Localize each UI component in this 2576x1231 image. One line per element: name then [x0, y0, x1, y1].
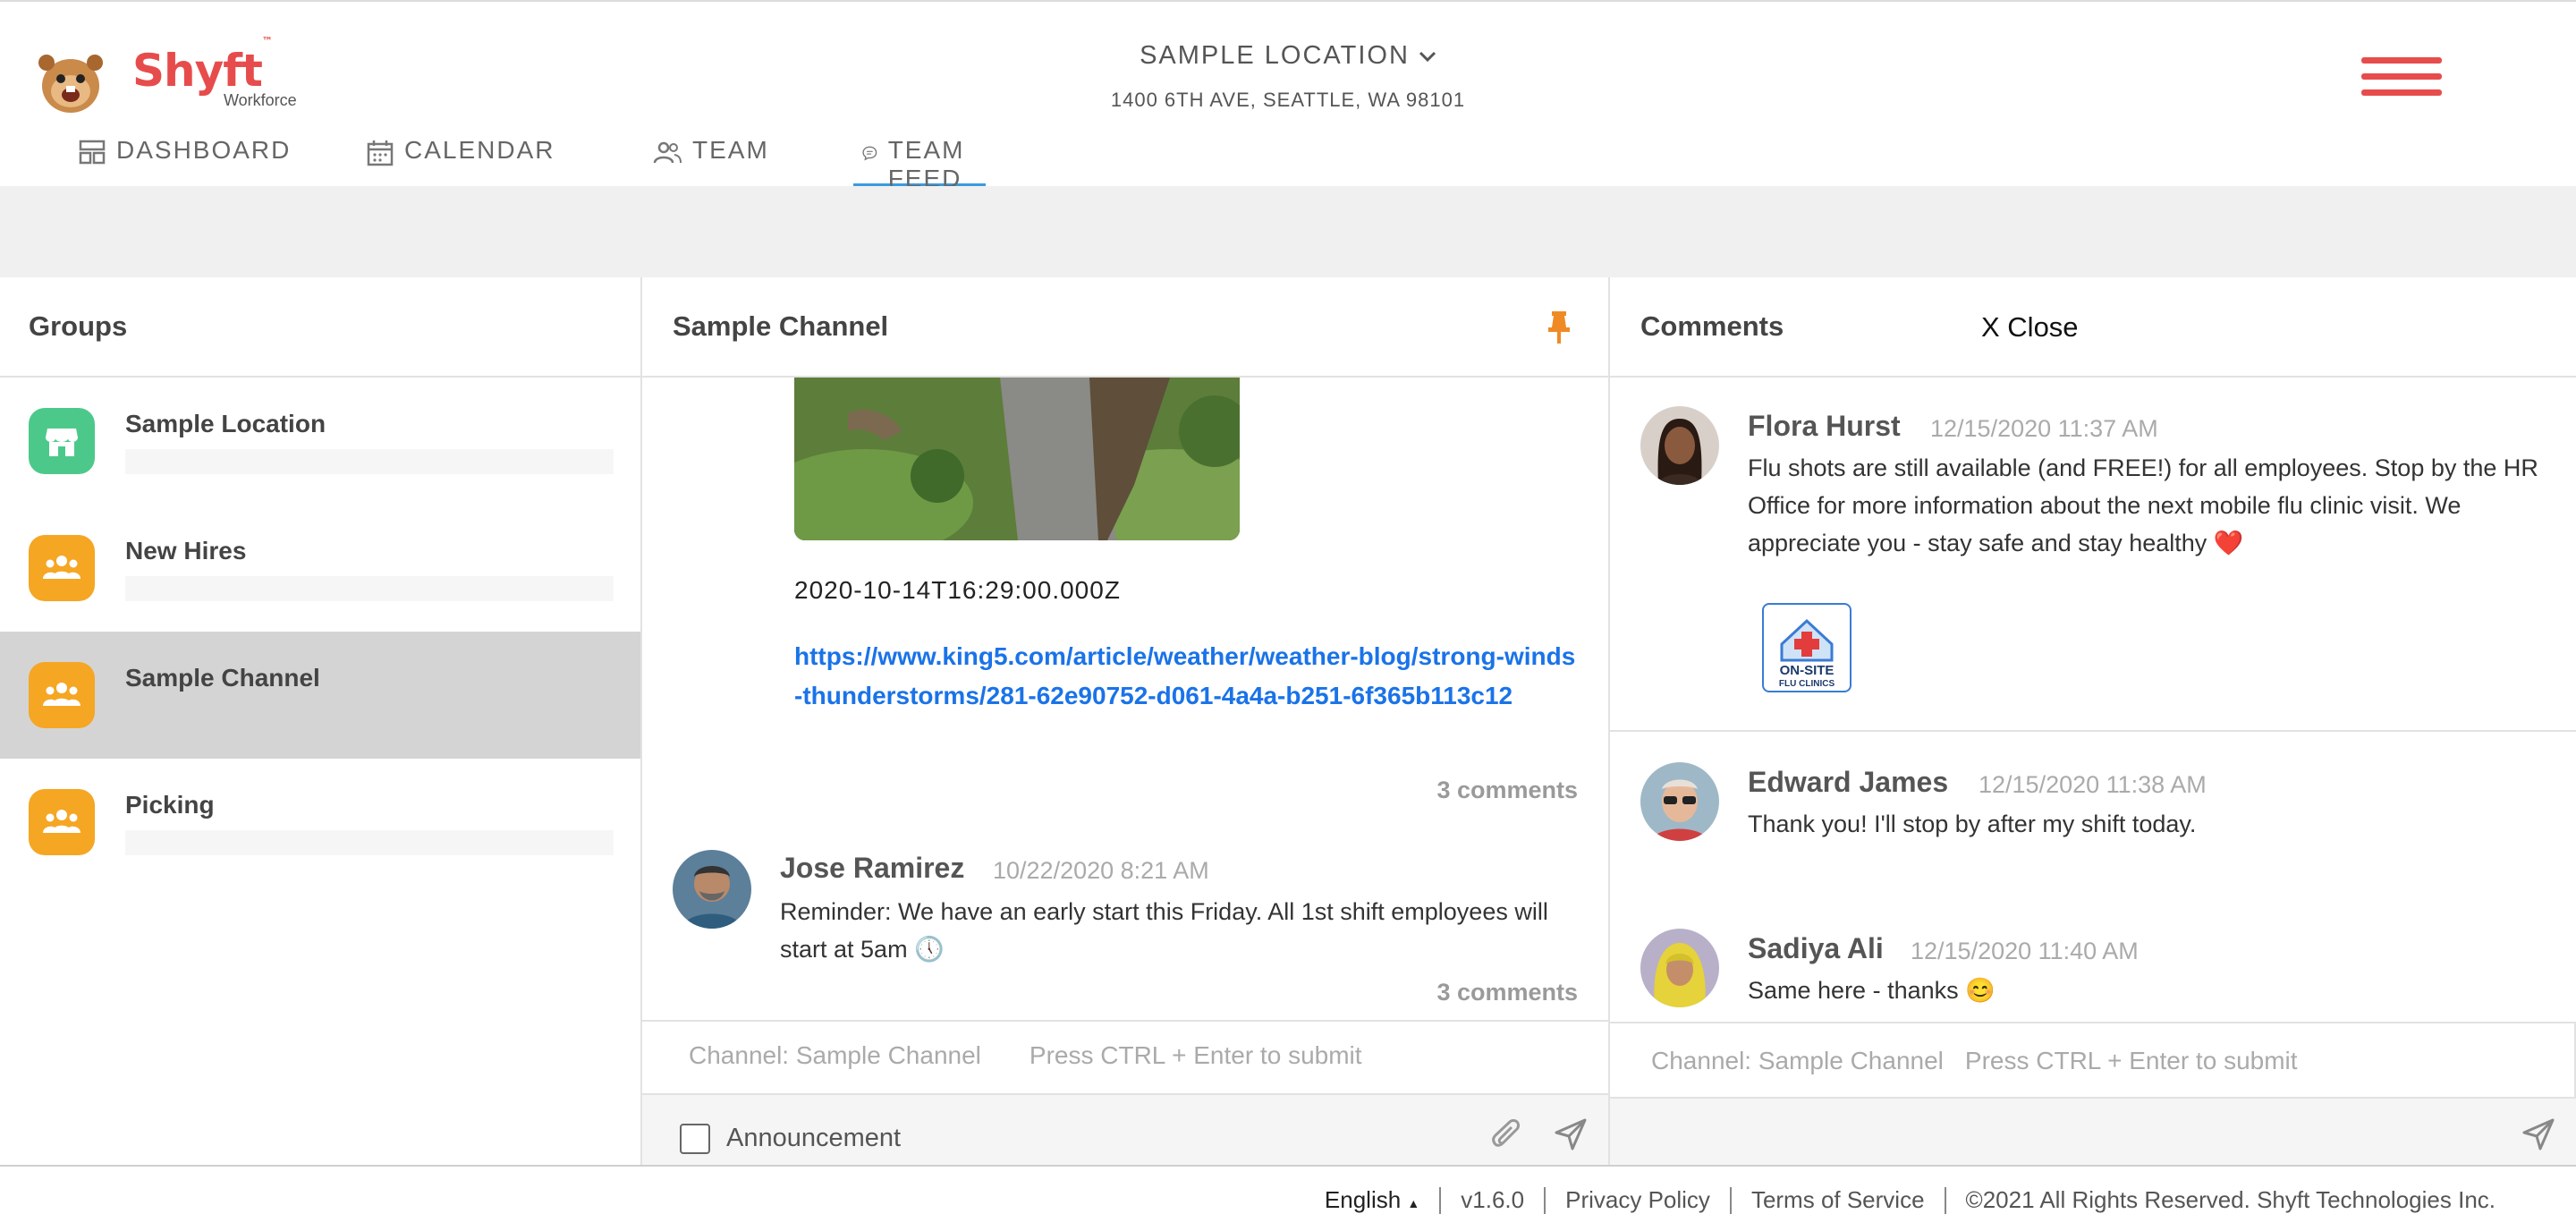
comment-message: Flu shots are still available (and FREE!…	[1748, 454, 2538, 556]
copyright-text: ©2021 All Rights Reserved. Shyft Technol…	[1965, 1186, 2496, 1213]
comment-author[interactable]: Edward James	[1748, 766, 1948, 799]
comment-author[interactable]: Sadiya Ali	[1748, 932, 1884, 965]
post-date: 10/22/2020 8:21 AM	[993, 857, 1209, 884]
comment-composer-hint: Press CTRL + Enter to submit	[1964, 1047, 2298, 1074]
nav-dashboard-label: DASHBOARD	[116, 136, 292, 164]
post-image[interactable]	[794, 378, 1240, 540]
send-icon[interactable]	[2521, 1116, 2556, 1152]
store-icon	[29, 408, 95, 474]
comment-message: Thank you! I'll stop by after my shift t…	[1748, 811, 2197, 837]
group-preview-placeholder	[125, 576, 614, 601]
chat-bubble-icon	[862, 146, 877, 161]
nav-calendar-label: CALENDAR	[404, 136, 555, 164]
comment-composer-channel-label: Channel: Sample Channel	[1651, 1047, 1944, 1074]
channel-title: Sample Channel	[642, 277, 1608, 378]
groups-title: Groups	[0, 277, 640, 378]
comment-date: 12/15/2020 11:40 AM	[1911, 938, 2139, 964]
post-author[interactable]: Jose Ramirez	[780, 852, 964, 885]
people-icon	[29, 535, 95, 601]
group-name: New Hires	[125, 537, 247, 565]
post-comments-link[interactable]: 3 comments	[1436, 777, 1578, 804]
brand-name: Shyft™	[132, 35, 273, 97]
flu-clinic-image[interactable]: ON-SITE FLU CLINICS	[1762, 603, 1852, 692]
group-item-sample-channel[interactable]: Sample Channel	[0, 632, 640, 759]
group-name: Sample Channel	[125, 664, 320, 692]
badge-line-1: ON-SITE	[1780, 663, 1835, 678]
nav-team-feed[interactable]: TEAM FEED	[853, 136, 986, 192]
group-item-picking[interactable]: Picking	[0, 759, 640, 886]
header-spacer	[0, 186, 2576, 277]
attachment-icon[interactable]	[1492, 1118, 1524, 1154]
post-timestamp: 2020-10-14T16:29:00.000Z	[794, 576, 1121, 604]
location-name: SAMPLE LOCATION	[1140, 41, 1410, 70]
send-icon[interactable]	[1553, 1116, 1589, 1152]
nav-calendar[interactable]: CALENDAR	[367, 136, 555, 188]
avatar[interactable]	[1640, 762, 1719, 841]
comment-input[interactable]: Channel: Sample Channel Press CTRL + Ent…	[1610, 1022, 2576, 1097]
divider	[1729, 1186, 1732, 1214]
avatar[interactable]	[1640, 929, 1719, 1007]
group-name: Picking	[125, 791, 215, 819]
divider	[1544, 1186, 1546, 1214]
comments-panel: Comments X Close Flora Hurst 12/15/2020 …	[1610, 277, 2576, 1165]
people-icon	[29, 662, 95, 728]
nav-team-feed-label: TEAM FEED	[887, 136, 965, 192]
app-header: Shyft™ Workforce SAMPLE LOCATION 1400 6T…	[0, 0, 2576, 192]
group-name: Sample Location	[125, 410, 326, 437]
terms-of-service-link[interactable]: Terms of Service	[1751, 1186, 1925, 1214]
post-message: Reminder: We have an early start this Fr…	[780, 898, 1548, 963]
location-address: 1400 6TH AVE, SEATTLE, WA 98101	[1110, 89, 1466, 111]
language-label: English	[1324, 1186, 1402, 1213]
avatar[interactable]	[673, 850, 751, 929]
announcement-label[interactable]: Announcement	[726, 1124, 901, 1153]
nav-team[interactable]: TEAM	[653, 136, 769, 188]
comment-date: 12/15/2020 11:38 AM	[1979, 771, 2207, 798]
comment-divider	[1610, 730, 2576, 732]
avatar[interactable]	[1640, 406, 1719, 485]
group-item-new-hires[interactable]: New Hires	[0, 505, 640, 632]
people-icon	[29, 789, 95, 855]
group-preview-placeholder	[125, 449, 614, 474]
groups-panel: Groups Sample Location New Hires Sample …	[0, 277, 642, 1165]
comment-composer-toolbar	[1610, 1097, 2576, 1165]
calendar-icon	[367, 140, 394, 166]
badge-line-2: FLU CLINICS	[1779, 679, 1835, 689]
composer-toolbar: Announcement	[642, 1093, 1608, 1165]
composer-hint: Press CTRL + Enter to submit	[1029, 1041, 1362, 1069]
beaver-mascot-icon	[38, 55, 103, 113]
chevron-down-icon	[1419, 51, 1436, 62]
comment-message: Same here - thanks 😊	[1748, 977, 1996, 1004]
post-link[interactable]: https://www.king5.com/article/weather/we…	[794, 637, 1581, 716]
pin-icon[interactable]	[1546, 310, 1572, 345]
divider	[1944, 1186, 1946, 1214]
divider	[1439, 1186, 1442, 1214]
group-preview-placeholder	[125, 703, 614, 728]
privacy-policy-link[interactable]: Privacy Policy	[1565, 1186, 1710, 1214]
comments-title: Comments	[1610, 277, 2576, 378]
group-preview-placeholder	[125, 830, 614, 855]
comment-date: 12/15/2020 11:37 AM	[1930, 415, 2158, 442]
language-selector[interactable]: English ▲	[1325, 1186, 1419, 1214]
close-comments-button[interactable]: X Close	[1981, 311, 2079, 344]
post-comments-link[interactable]: 3 comments	[1436, 979, 1578, 1006]
announcement-checkbox[interactable]	[680, 1124, 710, 1154]
comments-title-text: Comments	[1640, 310, 1784, 342]
channel-message-input[interactable]: Channel: Sample Channel Press CTRL + Ent…	[642, 1020, 1608, 1093]
app-version: v1.6.0	[1461, 1186, 1525, 1213]
dashboard-icon	[79, 140, 106, 165]
group-item-sample-location[interactable]: Sample Location	[0, 378, 640, 505]
team-icon	[653, 141, 682, 164]
page-footer: English ▲ v1.6.0 Privacy Policy Terms of…	[0, 1165, 2576, 1231]
channel-panel: Sample Channel 2020-10-14T16:29:00.000Z …	[642, 277, 1610, 1165]
menu-icon[interactable]	[2361, 57, 2442, 107]
shyft-logo[interactable]: Shyft™ Workforce	[34, 35, 320, 116]
composer-channel-label: Channel: Sample Channel	[689, 1041, 981, 1069]
caret-up-icon: ▲	[1407, 1196, 1420, 1210]
brand-subtitle: Workforce	[224, 91, 297, 109]
nav-dashboard[interactable]: DASHBOARD	[79, 136, 291, 188]
nav-team-label: TEAM	[692, 136, 769, 164]
comment-author[interactable]: Flora Hurst	[1748, 410, 1901, 443]
location-selector[interactable]: SAMPLE LOCATION 1400 6TH AVE, SEATTLE, W…	[1073, 41, 1503, 112]
